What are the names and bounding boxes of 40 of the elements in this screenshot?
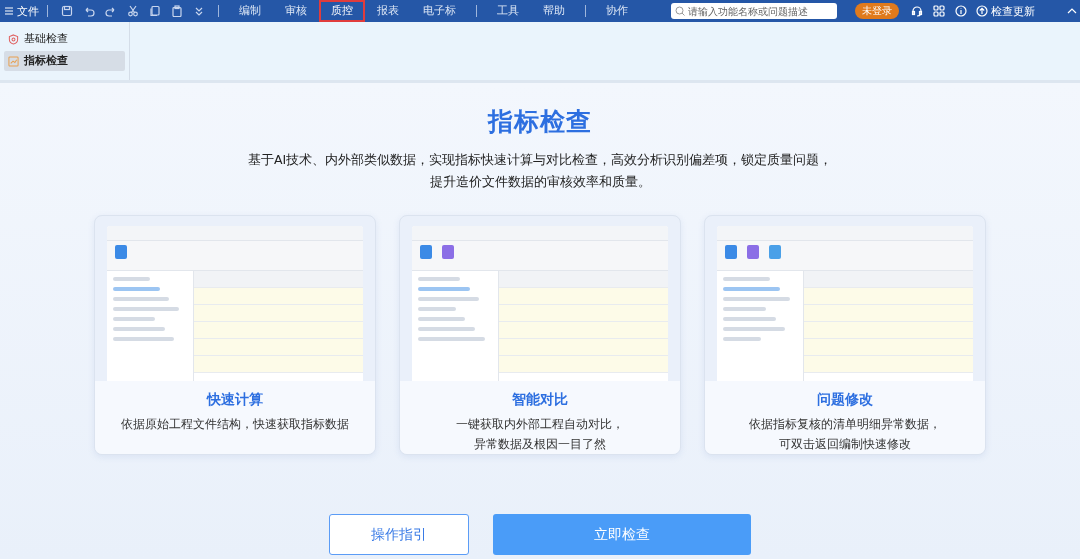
paste-icon[interactable] [171, 5, 183, 17]
menu-icon [4, 6, 14, 16]
menu-tab[interactable]: 审核 [273, 0, 319, 22]
cut-icon[interactable] [127, 5, 139, 17]
check-update-button[interactable]: 检查更新 [976, 3, 1035, 19]
menu-tab[interactable]: 电子标 [411, 0, 468, 22]
menu-tab[interactable]: 报表 [365, 0, 411, 22]
card-title: 智能对比 [512, 391, 568, 409]
menu-tab[interactable]: 工具 [485, 0, 531, 22]
grid-icon[interactable] [933, 5, 945, 17]
card-description: 依据指标复核的清单明细异常数据， [749, 417, 941, 432]
info-icon[interactable] [955, 5, 967, 17]
search-field[interactable]: 请输入功能名称或问题描述 [671, 3, 837, 19]
upload-icon [976, 5, 988, 17]
save-icon[interactable] [61, 5, 73, 17]
copy-icon[interactable] [149, 5, 161, 17]
intro-text: 提升造价文件数据的审核效率和质量。 [429, 174, 651, 191]
search-icon [675, 6, 685, 16]
card-description: 可双击返回编制快速修改 [779, 437, 911, 452]
page-title: 指标检查 [488, 106, 592, 138]
card-description: 异常数据及根因一目了然 [474, 437, 606, 452]
card-description: 一键获取内外部工程自动对比， [456, 417, 624, 432]
card-title: 问题修改 [817, 391, 873, 409]
card-title: 快速计算 [207, 391, 263, 409]
redo-icon[interactable] [105, 5, 117, 17]
chevron-icon[interactable] [193, 5, 205, 17]
sidebar-item[interactable]: 基础检查 [4, 29, 125, 49]
menu-tab[interactable]: 质控 [319, 0, 365, 22]
card-description: 依据原始工程文件结构，快速获取指标数据 [121, 417, 349, 432]
headset-icon[interactable] [911, 5, 923, 17]
guide-button[interactable]: 操作指引 [329, 514, 469, 555]
file-menu[interactable]: 文件 [4, 3, 39, 19]
sidebar-item[interactable]: 指标检查 [4, 51, 125, 71]
shield-icon [8, 33, 19, 45]
menu-tab[interactable]: 协作 [594, 0, 640, 22]
intro-text: 基于AI技术、内外部类似数据，实现指标快速计算与对比检查，高效分析识别偏差项，锁定质量问题， [247, 152, 833, 169]
menu-tab[interactable]: 编制 [227, 0, 273, 22]
undo-icon[interactable] [83, 5, 95, 17]
chart-icon [8, 55, 19, 67]
menu-tab[interactable]: 帮助 [531, 0, 577, 22]
